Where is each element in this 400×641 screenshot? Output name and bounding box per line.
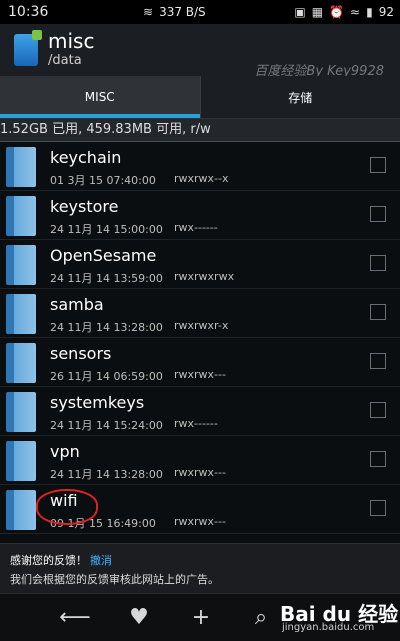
folder-icon xyxy=(8,490,36,530)
file-list: keychain 01 3月 15 07:40:00 rwxrwx--x key… xyxy=(0,141,400,541)
file-date: 24 11月 14 13:28:00 xyxy=(50,466,163,482)
tab-misc-label: MISC xyxy=(85,90,115,104)
file-row[interactable]: systemkeys 24 11月 14 15:24:00 rwx------ xyxy=(0,386,400,436)
folder-icon xyxy=(8,441,36,481)
baidu-url: jingyan.baidu.com xyxy=(282,622,374,633)
app-subtitle: /data xyxy=(48,52,94,70)
file-name: vpn xyxy=(50,442,80,461)
file-permissions: rwx------ xyxy=(174,417,218,430)
select-checkbox[interactable] xyxy=(370,157,386,173)
wifi-signal-icon: ≈ xyxy=(350,5,360,19)
folder-icon xyxy=(8,343,36,383)
search-icon[interactable]: ⌕ xyxy=(246,602,276,632)
folder-icon xyxy=(8,245,36,285)
app-bar: misc /data 百度经验By Key9928 xyxy=(0,24,400,76)
alarm-icon: ⏰ xyxy=(329,5,344,19)
cell-signal-icon: ▮ xyxy=(366,5,373,19)
file-date: 24 11月 14 13:59:00 xyxy=(50,270,163,286)
file-row[interactable]: OpenSesame 24 11月 14 13:59:00 rwxrwxrwx xyxy=(0,239,400,289)
network-speed: ≋ 337 B/S xyxy=(143,5,206,19)
tab-storage-label: 存储 xyxy=(288,89,312,106)
file-name: systemkeys xyxy=(50,393,144,412)
file-name: sensors xyxy=(50,344,111,363)
app-icon[interactable] xyxy=(14,34,38,66)
file-permissions: rwxrwx--- xyxy=(174,515,226,528)
select-checkbox[interactable] xyxy=(370,451,386,467)
file-date: 01 3月 15 07:40:00 xyxy=(50,172,156,188)
file-permissions: rwxrwx--- xyxy=(174,466,226,479)
status-right: ▣ ▦ ⏰ ≈ ▮ 92 xyxy=(294,5,394,19)
folder-icon xyxy=(8,392,36,432)
status-time: 10:36 xyxy=(8,4,98,20)
storage-info: 1.52GB 已用, 459.83MB 可用, r/w xyxy=(0,118,400,142)
undo-link[interactable]: 撤消 xyxy=(90,552,112,568)
feedback-message: 我们会根据您的反馈审核此网站上的广告。 xyxy=(10,571,219,587)
wifi-icon: ≋ xyxy=(143,5,153,19)
file-permissions: rwxrwxr-x xyxy=(174,319,228,332)
select-checkbox[interactable] xyxy=(370,304,386,320)
battery-level: 92 xyxy=(379,5,394,19)
status-bar: 10:36 ≋ 337 B/S ▣ ▦ ⏰ ≈ ▮ 92 xyxy=(0,0,400,24)
folder-icon xyxy=(8,294,36,334)
photo-icon: ▦ xyxy=(312,5,323,19)
folder-icon xyxy=(8,196,36,236)
feedback-banner: 感谢您的反馈！ 撤消 我们会根据您的反馈审核此网站上的广告。 xyxy=(0,543,400,594)
bottom-nav: ⟵ ♥ + ⌕ Bai du 经验 jingyan.baidu.com xyxy=(0,593,400,641)
file-permissions: rwx------ xyxy=(174,221,218,234)
file-date: 24 11月 14 15:00:00 xyxy=(50,221,163,237)
tab-misc[interactable]: MISC xyxy=(0,76,200,118)
select-checkbox[interactable] xyxy=(370,353,386,369)
file-name: samba xyxy=(50,295,104,314)
network-speed-text: 337 B/S xyxy=(159,5,206,19)
file-permissions: rwxrwxrwx xyxy=(174,270,234,283)
select-checkbox[interactable] xyxy=(370,206,386,222)
file-name: keychain xyxy=(50,148,121,167)
file-name: OpenSesame xyxy=(50,246,156,265)
file-date: 24 11月 14 13:28:00 xyxy=(50,319,163,335)
feedback-title: 感谢您的反馈！ xyxy=(10,552,87,568)
file-date: 26 11月 14 06:59:00 xyxy=(50,368,163,384)
file-name: keystore xyxy=(50,197,118,216)
select-checkbox[interactable] xyxy=(370,500,386,516)
file-row[interactable]: keychain 01 3月 15 07:40:00 rwxrwx--x xyxy=(0,141,400,191)
heart-icon[interactable]: ♥ xyxy=(124,602,154,632)
select-checkbox[interactable] xyxy=(370,255,386,271)
file-row[interactable]: sensors 26 11月 14 06:59:00 rwxrwx--- xyxy=(0,337,400,387)
plus-icon[interactable]: + xyxy=(186,602,216,632)
tab-storage[interactable]: 存储 xyxy=(200,76,400,118)
folder-icon xyxy=(8,147,36,187)
image-icon: ▣ xyxy=(294,5,305,19)
tab-bar: MISC 存储 xyxy=(0,76,400,118)
back-icon[interactable]: ⟵ xyxy=(60,602,90,632)
highlight-circle xyxy=(36,489,98,525)
file-date: 24 11月 14 15:24:00 xyxy=(50,417,163,433)
select-checkbox[interactable] xyxy=(370,402,386,418)
file-permissions: rwxrwx--- xyxy=(174,368,226,381)
app-title: misc xyxy=(48,30,94,52)
app-titles: misc /data xyxy=(48,30,94,70)
file-row[interactable]: vpn 24 11月 14 13:28:00 rwxrwx--- xyxy=(0,435,400,485)
file-row[interactable]: keystore 24 11月 14 15:00:00 rwx------ xyxy=(0,190,400,240)
file-permissions: rwxrwx--x xyxy=(174,172,229,185)
file-row[interactable]: samba 24 11月 14 13:28:00 rwxrwxr-x xyxy=(0,288,400,338)
